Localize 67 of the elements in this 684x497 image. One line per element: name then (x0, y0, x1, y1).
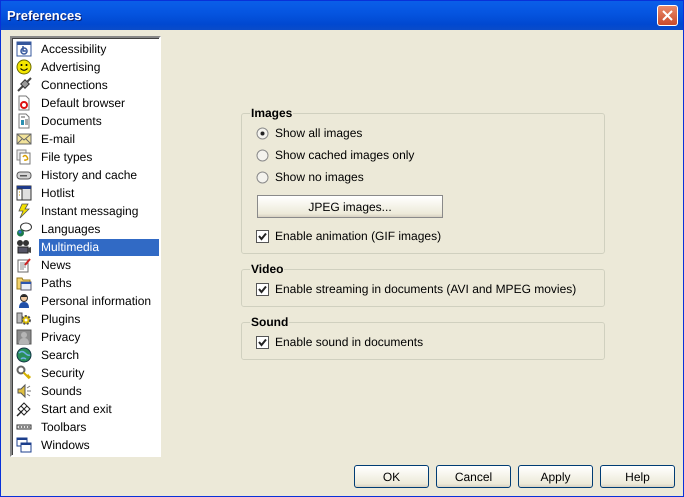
category-item[interactable]: Security (39, 364, 86, 382)
pages-icon (16, 149, 32, 165)
category-item[interactable]: Paths (39, 274, 74, 292)
category-item[interactable]: Advertising (39, 58, 102, 76)
category-item[interactable]: Default browser (39, 94, 128, 112)
envelope-icon (16, 131, 32, 147)
group-title: Video (250, 262, 284, 276)
category-item[interactable]: Windows (39, 436, 92, 454)
globe-icon (16, 347, 32, 363)
option-label: Enable streaming in documents (AVI and MPEG movies) (275, 282, 576, 296)
dialog-button[interactable]: Apply (518, 465, 593, 488)
category-item[interactable]: Instant messaging (39, 202, 140, 220)
group-title: Sound (250, 315, 290, 329)
silhouette-icon (16, 329, 32, 345)
speech-bubble-icon (16, 221, 32, 237)
category-item[interactable]: E-mail (39, 130, 78, 148)
category-item[interactable]: Sounds (39, 382, 84, 400)
smiley-icon (16, 59, 32, 75)
category-item[interactable]: Accessibility (39, 40, 108, 58)
checkbox[interactable] (256, 230, 269, 242)
diamond-icon (16, 401, 32, 417)
checkbox[interactable] (256, 336, 269, 348)
radio-button[interactable] (256, 148, 269, 162)
category-item[interactable]: Connections (39, 76, 110, 94)
category-item[interactable]: History and cache (39, 166, 140, 184)
group-title: Images (250, 106, 294, 120)
gear-icon (16, 311, 32, 327)
category-item[interactable]: Personal information (39, 292, 154, 310)
close-button[interactable] (657, 5, 678, 26)
category-item[interactable]: Privacy (39, 328, 82, 346)
notepad-icon (16, 257, 32, 273)
lightning-icon (16, 203, 32, 219)
dialog-button[interactable]: Cancel (436, 465, 511, 488)
jpeg-images-button[interactable]: JPEG images... (257, 195, 443, 218)
category-item[interactable]: Search (39, 346, 82, 364)
category-item[interactable]: Plugins (39, 310, 82, 328)
option-label: Show no images (275, 170, 364, 184)
category-item[interactable]: Start and exit (39, 400, 114, 418)
checkbox[interactable] (256, 282, 269, 296)
person-icon (16, 293, 32, 309)
category-item[interactable]: Multimedia (39, 238, 159, 256)
category-item[interactable]: Documents (39, 112, 104, 130)
document-icon (16, 113, 32, 129)
category-item[interactable]: Languages (39, 220, 102, 238)
windows-icon (16, 437, 32, 453)
category-item[interactable]: Hotlist (39, 184, 76, 202)
speaker-icon (16, 383, 32, 399)
projector-icon (16, 239, 32, 255)
plug-icon (16, 77, 32, 93)
close-icon (662, 10, 673, 21)
key-icon (16, 365, 32, 381)
radio-button[interactable] (256, 170, 269, 184)
dialog-button[interactable]: Help (600, 465, 675, 488)
category-item[interactable]: News (39, 256, 74, 274)
window-title: Preferences (7, 8, 82, 23)
option-label: Enable animation (GIF images) (275, 229, 442, 243)
wheelchair-icon (16, 41, 32, 57)
category-item[interactable]: File types (39, 148, 94, 166)
category-item[interactable]: Toolbars (39, 418, 88, 436)
panel-icon (16, 185, 32, 201)
option-label: Enable sound in documents (275, 335, 424, 349)
option-label: Show all images (275, 126, 362, 140)
page-icon (16, 95, 32, 111)
option-label: Show cached images only (275, 148, 414, 162)
folder-icon (16, 275, 32, 291)
dialog-button[interactable]: OK (354, 465, 429, 488)
radio-button[interactable] (256, 126, 269, 140)
